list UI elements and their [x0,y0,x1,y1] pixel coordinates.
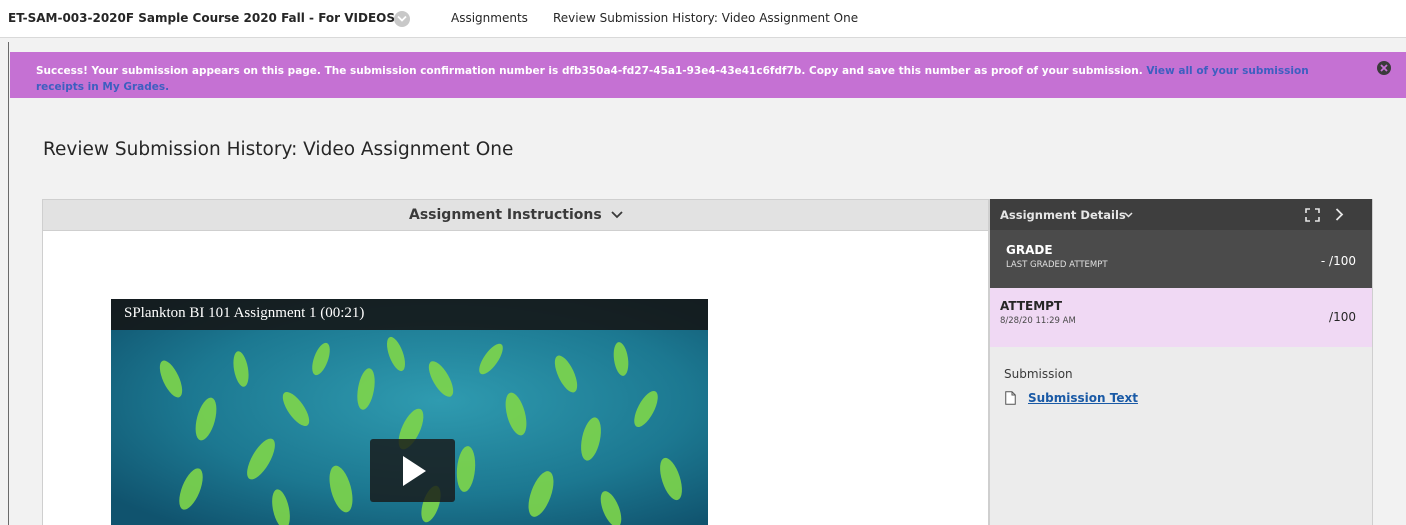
assignment-details-panel: Assignment Details GRADE LAST GRADED ATT… [989,199,1373,525]
breadcrumb: ET-SAM-003-2020F Sample Course 2020 Fall… [0,0,1406,38]
success-banner: Success! Your submission appears on this… [10,52,1406,98]
attempt-row[interactable]: ATTEMPT 8/28/20 11:29 AM /100 [990,288,1372,347]
assignment-details-header: Assignment Details [990,199,1372,230]
breadcrumb-current: Review Submission History: Video Assignm… [553,11,859,25]
video-player[interactable]: SPlankton BI 101 Assignment 1 (00:21) [111,299,708,525]
document-icon [1005,391,1016,405]
grade-row: GRADE LAST GRADED ATTEMPT - /100 [990,230,1372,288]
attempt-title: ATTEMPT [1000,299,1063,313]
play-button[interactable] [370,439,455,502]
grade-title: GRADE [1006,243,1053,257]
close-circle-icon[interactable] [1377,61,1391,75]
expand-icon[interactable] [1305,208,1320,222]
grade-score: - /100 [1320,254,1356,268]
assignment-instructions-toggle[interactable]: Assignment Instructions [43,200,988,231]
assignment-instructions-label: Assignment Instructions [409,207,602,223]
breadcrumb-assignments[interactable]: Assignments [451,11,528,25]
video-title: SPlankton BI 101 Assignment 1 (00:21) [124,305,365,321]
content-left-border [8,42,9,525]
video-title-bar: SPlankton BI 101 Assignment 1 (00:21) [111,299,708,330]
breadcrumb-course[interactable]: ET-SAM-003-2020F Sample Course 2020 Fall… [8,11,395,25]
chevron-right-icon[interactable] [1335,208,1344,221]
submission-text-link[interactable]: Submission Text [1028,391,1138,405]
attempt-date: 8/28/20 11:29 AM [1000,316,1076,326]
success-message: Success! Your submission appears on this… [36,65,1147,77]
assignment-details-toggle[interactable]: Assignment Details [1000,208,1126,222]
attempt-score: /100 [1329,310,1356,324]
grade-subtitle: LAST GRADED ATTEMPT [1006,260,1108,270]
submission-label: Submission [1004,367,1073,381]
course-menu-chevron-icon[interactable] [394,11,410,27]
play-icon [403,456,426,486]
page-title: Review Submission History: Video Assignm… [43,139,514,160]
chevron-down-icon[interactable] [1124,212,1133,218]
chevron-down-icon [611,211,623,219]
